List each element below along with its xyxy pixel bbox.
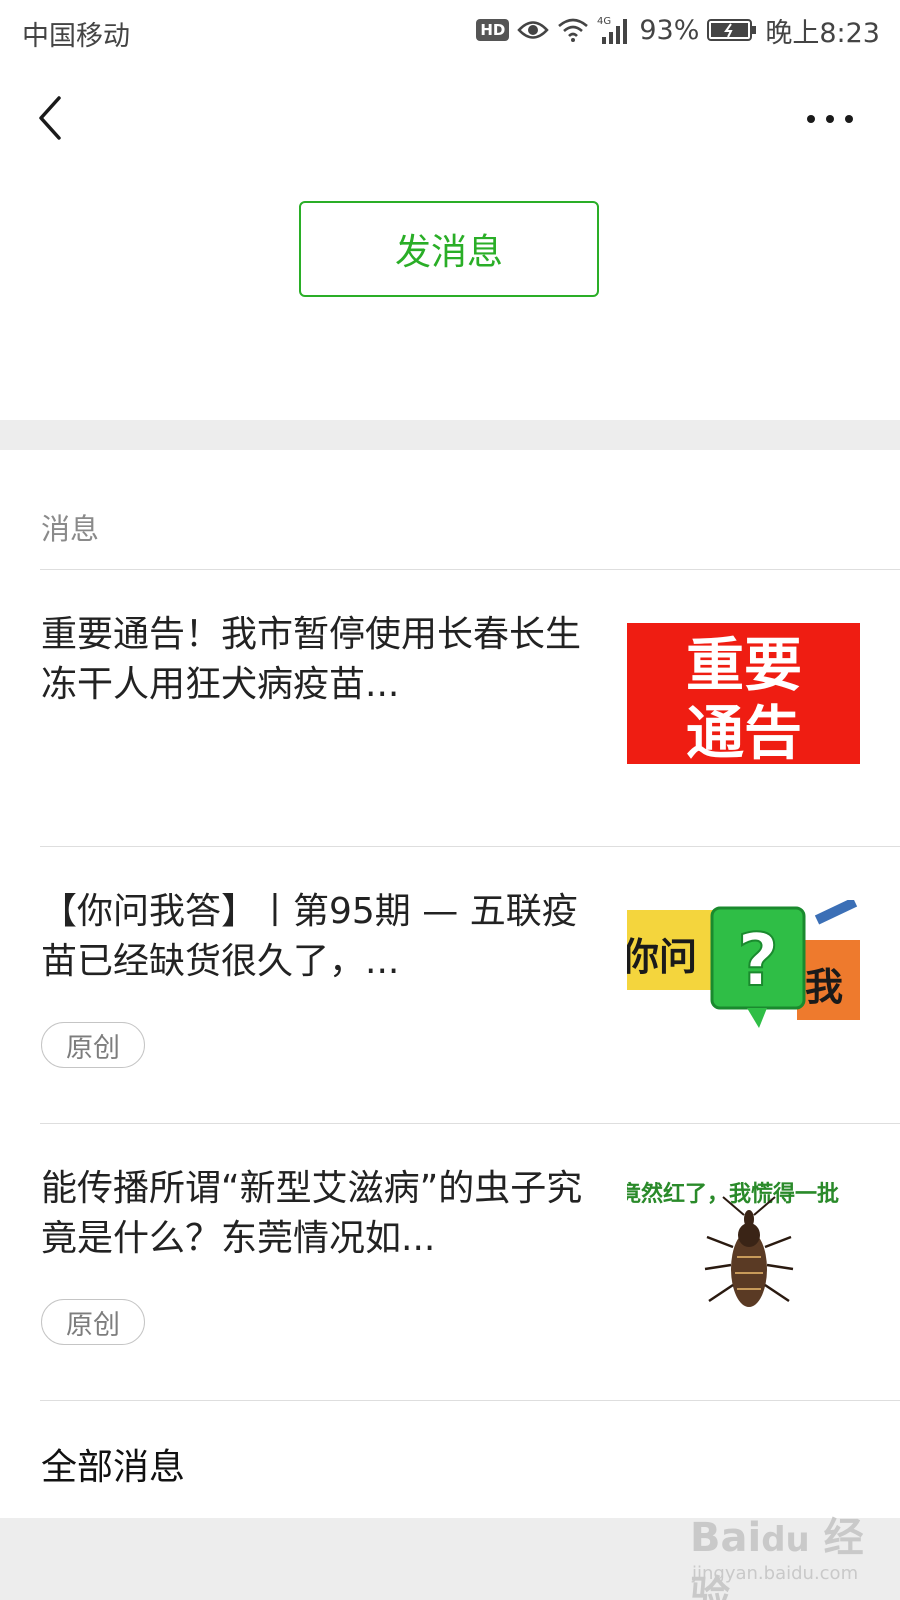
messages-section-label: 消息 bbox=[41, 512, 100, 546]
thumb-qa-question: ? bbox=[737, 918, 779, 1002]
battery-percent: 93% bbox=[639, 14, 700, 46]
hd-icon: HD bbox=[476, 19, 510, 41]
original-tag: 原创 bbox=[41, 1299, 145, 1345]
signal-icon: 4G bbox=[597, 15, 631, 45]
message-title[interactable]: 能传播所谓“新型艾滋病”的虫子究竟是什么？东莞情况如... bbox=[41, 1164, 586, 1264]
insect-icon bbox=[704, 1196, 794, 1307]
status-bar: 中国移动 HD 4G 93% 晚上8:23 bbox=[0, 0, 900, 62]
message-title[interactable]: 【你问我答】丨第95期 — 五联疫苗已经缺货很久了，... bbox=[41, 887, 586, 987]
chevron-left-icon bbox=[39, 96, 61, 140]
battery-icon bbox=[707, 18, 757, 42]
message-title[interactable]: 重要通告！我市暂停使用长春长生冻干人用狂犬病疫苗... bbox=[41, 610, 586, 710]
messages-section: 消息 重要通告！我市暂停使用长春长生冻干人用狂犬病疫苗... 重要 通告 【你问… bbox=[0, 450, 900, 1518]
watermark-url: jingyan.baidu.com bbox=[692, 1563, 859, 1584]
baidu-watermark: Baidu 经验 jingyan.baidu.com bbox=[690, 1505, 890, 1600]
all-messages-link[interactable]: 全部消息 bbox=[41, 1438, 185, 1490]
message-item[interactable]: 重要通告！我市暂停使用长春长生冻干人用狂犬病疫苗... 重要 通告 bbox=[0, 570, 900, 846]
thumb-text-1: 重要 bbox=[686, 631, 802, 699]
status-icons: HD 4G 93% 晚上8:23 bbox=[476, 12, 880, 49]
more-dots-icon bbox=[807, 115, 853, 123]
message-thumbnail-insect[interactable]: 竟然红了，我慌得一批 bbox=[627, 1177, 860, 1318]
thumb-text-2: 通告 bbox=[686, 699, 802, 764]
baidu-logo: Baidu 经验 bbox=[690, 1515, 864, 1600]
back-button[interactable] bbox=[30, 92, 70, 144]
thumb-qa-right: 我 bbox=[805, 965, 843, 1009]
nav-bar bbox=[0, 62, 900, 178]
screen: 中国移动 HD 4G 93% 晚上8:23 发消息 消息 重要通告！我市暂停使用… bbox=[0, 0, 900, 1600]
message-item[interactable]: 【你问我答】丨第95期 — 五联疫苗已经缺货很久了，... 原创 你问 ? 我 bbox=[0, 847, 900, 1123]
divider bbox=[40, 1400, 900, 1401]
original-tag: 原创 bbox=[41, 1022, 145, 1068]
message-item[interactable]: 能传播所谓“新型艾滋病”的虫子究竟是什么？东莞情况如... 原创 竟然红了，我慌… bbox=[0, 1124, 900, 1400]
send-message-button[interactable]: 发消息 bbox=[299, 201, 599, 297]
thumb-insect-caption: 竟然红了，我慌得一批 bbox=[627, 1181, 839, 1207]
more-button[interactable] bbox=[800, 102, 860, 136]
clock: 晚上8:23 bbox=[765, 17, 880, 49]
message-thumbnail-qa[interactable]: 你问 ? 我 bbox=[627, 900, 860, 1041]
carrier-name: 中国移动 bbox=[22, 21, 130, 52]
profile-actions: 发消息 bbox=[0, 178, 900, 420]
eye-icon bbox=[517, 19, 550, 41]
message-thumbnail-notice[interactable]: 重要 通告 bbox=[627, 623, 860, 764]
thumb-qa-left: 你问 bbox=[627, 935, 697, 979]
network-type-label: 4G bbox=[597, 16, 611, 27]
wifi-icon bbox=[557, 17, 589, 43]
